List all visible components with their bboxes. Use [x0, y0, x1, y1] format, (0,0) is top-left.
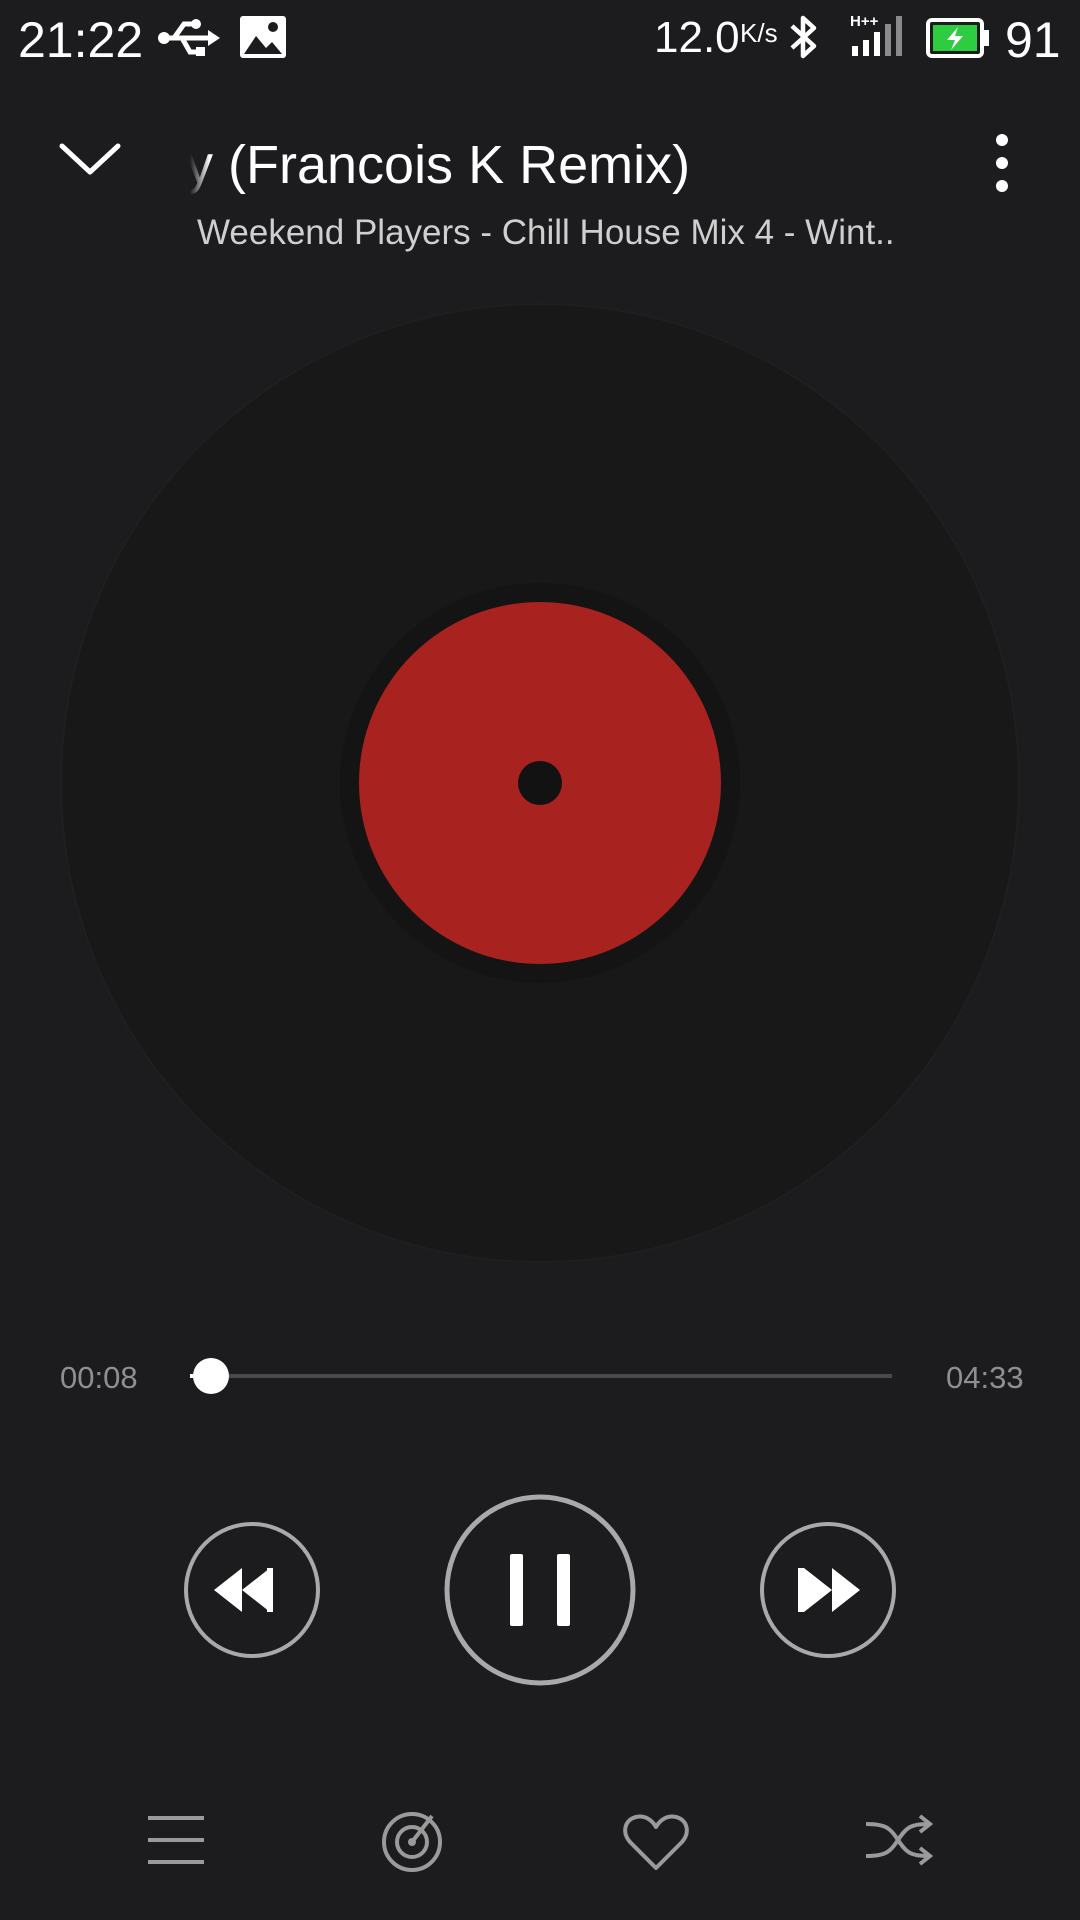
track-subtitle: Weekend Players - Chill House Mix 4 - Wi…	[197, 213, 895, 252]
fast-forward-button[interactable]	[758, 1520, 898, 1660]
signal-icon: H++	[850, 13, 902, 56]
image-icon	[240, 16, 286, 58]
progress-thumb[interactable]	[193, 1358, 230, 1394]
fast-forward-icon	[798, 1568, 860, 1612]
status-time: 21:22	[18, 12, 144, 68]
playlist-icon[interactable]	[144, 1812, 208, 1868]
more-vert-icon[interactable]	[984, 130, 1020, 196]
radar-icon[interactable]	[378, 1808, 446, 1874]
track-title: ury (Francois K Remix)	[190, 135, 691, 195]
vinyl-record	[60, 303, 1020, 1263]
elapsed-time: 00:08	[60, 1360, 138, 1395]
network-type-label: H++	[850, 13, 879, 30]
network-speed: 12.0	[654, 13, 740, 62]
progress-track[interactable]	[190, 1374, 892, 1378]
rewind-button[interactable]	[182, 1520, 322, 1660]
bluetooth-icon	[790, 15, 817, 59]
rewind-icon	[214, 1568, 273, 1612]
record-spindle-hole	[518, 761, 562, 805]
total-time: 04:33	[946, 1360, 1024, 1395]
status-bar: 21:22 12.0 K/s H++ 91	[0, 0, 1080, 80]
heart-icon[interactable]	[622, 1812, 690, 1872]
chevron-down-icon[interactable]	[58, 140, 122, 180]
pause-icon	[510, 1554, 570, 1626]
shuffle-icon[interactable]	[864, 1812, 936, 1868]
battery-charging-icon	[926, 18, 989, 58]
network-speed-unit: K/s	[740, 18, 778, 48]
usb-icon	[158, 19, 220, 56]
track-title-container: ury (Francois K Remix)	[190, 128, 910, 208]
battery-level: 91	[1005, 12, 1061, 68]
pause-button[interactable]	[442, 1492, 638, 1688]
